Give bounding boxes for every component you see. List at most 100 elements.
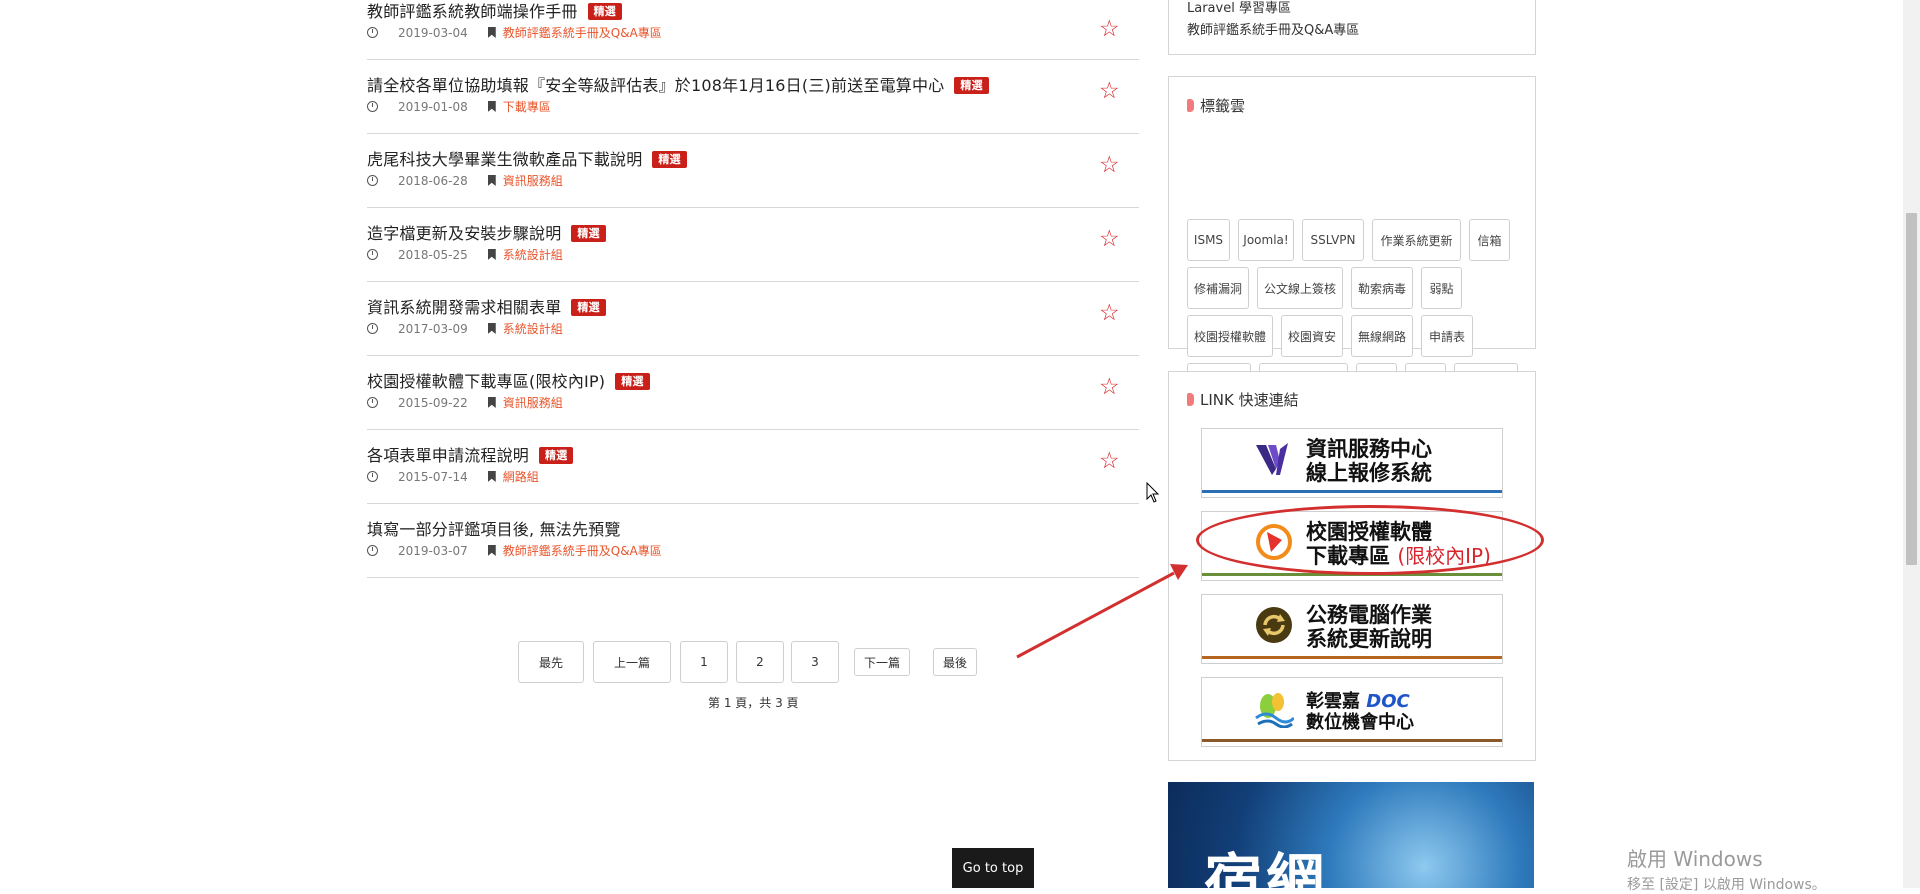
list-item[interactable]: 教師評鑑系統教師端操作手冊 精選 2019-03-04 教師評鑑系統手冊及Q&A專區… [367,0,1139,60]
bookmark-icon [487,397,496,408]
article-date: 2015-09-22 [398,395,468,410]
banner-line1: 校園授權軟體 [1306,519,1432,544]
banner-underline [1202,490,1502,493]
article-date: 2019-03-04 [398,25,468,40]
list-item[interactable]: 虎尾科技大學畢業生微軟產品下載說明 精選 2018-06-28 資訊服務組 ☆ [367,134,1139,208]
watermark-line1: 啟用 Windows [1627,847,1763,871]
banner-ip-note: (限校內IP) [1397,544,1491,568]
list-item[interactable]: 造字檔更新及安裝步驟說明 精選 2018-05-25 系統設計組 ☆ [367,208,1139,282]
star-icon[interactable]: ☆ [1099,450,1120,473]
banner-line1: 資訊服務中心 [1306,436,1432,461]
last-page-button[interactable]: 最後 [933,648,977,676]
quick-links-box: LINK 快速連結 資訊服務中心 線上報修系統 校園授權軟體 下載專區 (限校內IP… [1168,371,1536,761]
article-title[interactable]: 造字檔更新及安裝步驟說明 精選 [367,220,606,244]
tag-campus-software[interactable]: 校園授權軟體 [1187,315,1273,357]
first-page-button[interactable]: 最先 [518,641,584,683]
doc-logo-icon [1255,693,1294,728]
tag-patch[interactable]: 修補漏洞 [1187,267,1249,309]
banner-line2: 線上報修系統 [1306,460,1432,485]
tag-isms[interactable]: ISMS [1187,219,1230,261]
star-icon[interactable]: ☆ [1099,18,1120,41]
page-2-button[interactable]: 2 [736,641,784,683]
article-date: 2019-03-07 [398,543,468,558]
article-category-link[interactable]: 資訊服務組 [503,394,563,411]
page-info: 第 1 頁，共 3 頁 [708,696,799,710]
banner-doc-center[interactable]: 彰雲嘉 DOC 數位機會中心 [1201,677,1503,747]
windows-activation-watermark: 啟用 Windows 移至 [設定] 以啟用 Windows。 [1627,843,1826,894]
list-item[interactable]: 請全校各單位協助填報『安全等級評估表』於108年1月16日(三)前送至電算中心精… [367,60,1139,134]
star-icon[interactable]: ☆ [1099,302,1120,325]
featured-badge: 精選 [652,151,687,168]
list-item[interactable]: 各項表單申請流程說明 精選 2015-07-14 網路組 ☆ [367,430,1139,504]
article-title[interactable]: 各項表單申請流程說明 精選 [367,442,574,466]
go-to-top-button[interactable]: Go to top [952,848,1034,888]
sidebar-link-teacher-eval[interactable]: 教師評鑑系統手冊及Q&A專區 [1187,19,1359,38]
page-1-button[interactable]: 1 [680,641,728,683]
tag-wireless[interactable]: 無線網路 [1351,315,1413,357]
refresh-logo-icon [1256,607,1292,643]
next-page-button[interactable]: 下一篇 [854,648,910,676]
featured-badge: 精選 [954,77,989,94]
article-title[interactable]: 校園授權軟體下載專區(限校內IP) 精選 [367,368,650,392]
star-icon[interactable]: ☆ [1099,376,1120,399]
article-category-link[interactable]: 資訊服務組 [503,172,563,189]
article-title[interactable]: 虎尾科技大學畢業生微軟產品下載說明 精選 [367,146,687,170]
sidebar-link-laravel[interactable]: Laravel 學習專區 [1187,0,1291,16]
clock-icon [367,175,378,186]
list-item[interactable]: 校園授權軟體下載專區(限校內IP) 精選 2015-09-22 資訊服務組 ☆ [367,356,1139,430]
tag-e-document[interactable]: 公文線上簽核 [1257,267,1343,309]
article-category-link[interactable]: 網路組 [503,468,539,485]
banner-os-update[interactable]: 公務電腦作業 系統更新說明 [1201,594,1503,664]
article-title[interactable]: 請全校各單位協助填報『安全等級評估表』於108年1月16日(三)前送至電算中心精… [367,72,989,96]
clock-icon [367,323,378,334]
bookmark-icon [487,545,496,556]
tag-vulnerability[interactable]: 弱點 [1421,267,1462,309]
article-category-link[interactable]: 下載專區 [503,98,551,115]
tag-ransomware[interactable]: 勒索病毒 [1351,267,1413,309]
clock-icon [367,249,378,260]
clock-icon [367,397,378,408]
page-3-button[interactable]: 3 [791,641,839,683]
article-title[interactable]: 資訊系統開發需求相關表單 精選 [367,294,606,318]
prev-page-button[interactable]: 上一篇 [593,641,671,683]
article-title[interactable]: 教師評鑑系統教師端操作手冊 精選 [367,0,623,22]
bookmark-icon [487,175,496,186]
download-logo-icon [1256,524,1292,560]
list-item[interactable]: 資訊系統開發需求相關表單 精選 2017-03-09 系統設計組 ☆ [367,282,1139,356]
list-item[interactable]: 填寫一部分評鑑項目後, 無法先預覽 2019-03-07 教師評鑑系統手冊及Q&A… [367,504,1139,578]
article-category-link[interactable]: 教師評鑑系統手冊及Q&A專區 [503,542,662,559]
star-icon[interactable]: ☆ [1099,80,1120,103]
heading-marker-icon [1187,393,1194,406]
banner-underline [1202,739,1502,742]
scrollbar[interactable] [1903,0,1920,888]
tag-mailbox[interactable]: 信箱 [1469,219,1510,261]
dorm-network-banner[interactable]: 宿網 [1168,782,1534,888]
dorm-network-text: 宿網 [1204,847,1329,888]
article-category-link[interactable]: 教師評鑑系統手冊及Q&A專區 [503,24,662,41]
star-icon[interactable]: ☆ [1099,154,1120,177]
star-icon[interactable]: ☆ [1099,228,1120,251]
bookmark-icon [487,27,496,38]
featured-badge: 精選 [587,3,623,20]
doc-logo-text: DOC [1366,691,1410,712]
v-logo-icon [1256,443,1288,475]
scrollbar-thumb[interactable] [1906,213,1917,565]
clock-icon [367,545,378,556]
tag-sslvpn[interactable]: SSLVPN [1302,219,1364,261]
tag-application-form[interactable]: 申請表 [1421,315,1473,357]
tag-campus-security[interactable]: 校園資安 [1281,315,1343,357]
banner-repair-system[interactable]: 資訊服務中心 線上報修系統 [1201,428,1503,498]
tag-cloud-heading: 標籤雲 [1187,95,1245,116]
tag-os-update[interactable]: 作業系統更新 [1372,219,1461,261]
article-title[interactable]: 填寫一部分評鑑項目後, 無法先預覽 [367,516,621,540]
watermark-line2: 移至 [設定] 以啟用 Windows。 [1627,877,1826,893]
article-category-link[interactable]: 系統設計組 [503,246,563,263]
featured-badge: 精選 [571,299,606,316]
banner-line2: 系統更新說明 [1306,626,1432,651]
tag-joomla[interactable]: Joomla! [1238,219,1294,261]
article-category-link[interactable]: 系統設計組 [503,320,563,337]
article-date: 2015-07-14 [398,469,468,484]
banner-campus-software[interactable]: 校園授權軟體 下載專區 (限校內IP) [1201,511,1503,581]
clock-icon [367,101,378,112]
article-date: 2017-03-09 [398,321,468,336]
